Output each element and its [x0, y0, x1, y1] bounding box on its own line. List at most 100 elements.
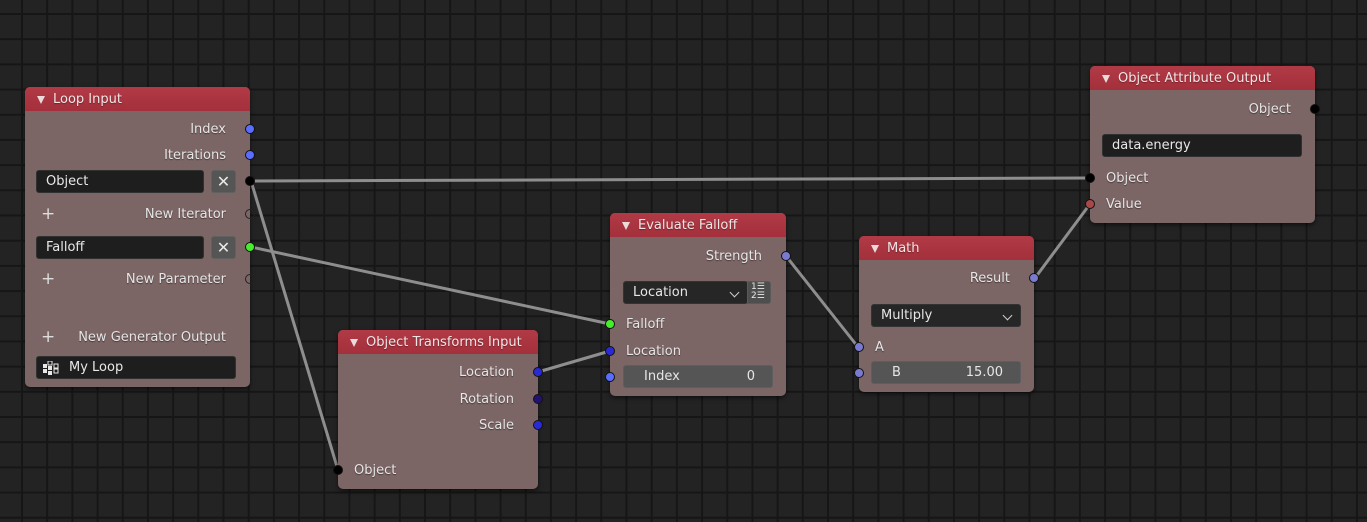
attribute-path-field[interactable]: data.energy [1102, 134, 1302, 157]
new-iterator-row[interactable]: + New Iterator [25, 203, 255, 225]
socket-input-object[interactable] [333, 465, 343, 475]
input-row-object: Object [1085, 167, 1315, 189]
output-row-index: Index [25, 118, 255, 140]
output-label-location: Location [459, 364, 514, 380]
input-label-a: A [875, 339, 884, 355]
link-math-result-to-attribute-value[interactable] [1033, 202, 1092, 280]
input-label-object: Object [1106, 170, 1149, 186]
close-icon: ✕ [216, 171, 231, 191]
b-field-value: 15.00 [965, 365, 1003, 380]
output-row-strength: Strength [610, 245, 791, 267]
node-header[interactable]: Object Transforms Input [338, 330, 538, 354]
socket-new-parameter[interactable] [245, 274, 255, 284]
parameter-name-field[interactable]: Falloff [36, 235, 204, 259]
node-title: Math [887, 240, 920, 256]
operation-dropdown-value: Multiply [881, 308, 933, 323]
list-icon-line-2: 2☰ [751, 291, 765, 301]
output-row-iterations: Iterations [25, 144, 255, 166]
mode-dropdown[interactable]: Location [623, 281, 748, 304]
link-strength-to-math-a[interactable] [784, 254, 860, 349]
output-row-result: Result [859, 267, 1039, 289]
chevron-down-icon [729, 287, 740, 298]
input-row-location: Location [605, 340, 786, 362]
index-field[interactable]: Index 0 [623, 365, 773, 388]
b-field-label: B [892, 365, 901, 380]
socket-output-result[interactable] [1029, 273, 1039, 283]
output-label-strength: Strength [705, 248, 762, 264]
output-row-scale: Scale [338, 414, 543, 436]
output-label-object: Object [1248, 101, 1291, 117]
collapse-triangle-icon[interactable] [37, 96, 45, 104]
collapse-triangle-icon[interactable] [871, 245, 879, 253]
socket-output-iterations[interactable] [245, 150, 255, 160]
node-header[interactable]: Loop Input [25, 87, 250, 111]
socket-output-strength[interactable] [781, 251, 791, 261]
node-title: Evaluate Falloff [638, 217, 738, 233]
node-title: Loop Input [53, 91, 122, 107]
collapse-triangle-icon[interactable] [1102, 75, 1110, 83]
collapse-triangle-icon[interactable] [622, 222, 630, 230]
socket-input-falloff[interactable] [605, 319, 615, 329]
new-generator-output-row[interactable]: + New Generator Output [25, 326, 250, 348]
iterator-name-field[interactable]: Object [36, 169, 204, 193]
node-math[interactable]: Math Result Multiply A B 15.00 [854, 236, 1039, 392]
socket-input-location[interactable] [605, 346, 615, 356]
output-row-rotation: Rotation [338, 388, 543, 410]
node-header[interactable]: Math [859, 236, 1034, 260]
socket-input-value[interactable] [1085, 199, 1095, 209]
new-parameter-row[interactable]: + New Parameter [25, 268, 255, 290]
link-loop-falloff-to-evaluate-falloff[interactable] [249, 245, 612, 326]
socket-input-a[interactable] [854, 342, 864, 352]
plus-icon[interactable]: + [41, 205, 55, 223]
socket-input-index[interactable] [605, 372, 615, 382]
input-label-falloff: Falloff [626, 316, 665, 332]
socket-input-b[interactable] [854, 368, 864, 378]
socket-output-index[interactable] [245, 124, 255, 134]
node-title: Object Transforms Input [366, 334, 522, 350]
remove-parameter-button[interactable]: ✕ [211, 235, 236, 259]
output-label-iterations: Iterations [164, 147, 226, 163]
new-parameter-label[interactable]: New Parameter [126, 272, 226, 287]
remove-iterator-button[interactable]: ✕ [211, 169, 236, 193]
link-loop-object-to-attribute-object[interactable] [249, 176, 1092, 183]
socket-output-object[interactable] [1310, 104, 1320, 114]
loop-name-field[interactable]: My Loop [36, 356, 236, 379]
socket-output-falloff[interactable] [245, 242, 255, 252]
list-toggle-button[interactable]: 1☰ 2☰ [747, 281, 771, 304]
socket-input-object[interactable] [1085, 173, 1095, 183]
input-row-value: Value [1085, 193, 1315, 215]
node-loop-input[interactable]: Loop Input Index Iterations Object ✕ + N… [25, 87, 255, 387]
node-header[interactable]: Evaluate Falloff [610, 213, 786, 237]
new-iterator-label[interactable]: New Iterator [145, 207, 226, 222]
operation-dropdown[interactable]: Multiply [871, 304, 1021, 327]
output-row-location: Location [338, 361, 543, 383]
plus-icon[interactable]: + [41, 328, 55, 346]
output-label-result: Result [969, 270, 1010, 286]
iterator-row-object: Object ✕ [25, 169, 255, 193]
node-title: Object Attribute Output [1118, 70, 1272, 86]
link-transforms-location-to-evaluate-location[interactable] [536, 349, 612, 374]
attribute-path-value: data.energy [1112, 138, 1191, 153]
collapse-triangle-icon[interactable] [350, 339, 358, 347]
node-evaluate-falloff[interactable]: Evaluate Falloff Strength Location 1☰ 2☰… [605, 213, 791, 396]
node-tree-icon [43, 361, 59, 375]
index-field-label: Index [644, 369, 680, 384]
node-object-transforms-input[interactable]: Object Transforms Input Location Rotatio… [333, 330, 543, 489]
plus-icon[interactable]: + [41, 270, 55, 288]
node-header[interactable]: Object Attribute Output [1090, 66, 1315, 90]
socket-output-scale[interactable] [533, 420, 543, 430]
loop-name-value: My Loop [69, 360, 124, 375]
socket-new-iterator[interactable] [245, 209, 255, 219]
node-object-attribute-output[interactable]: Object Attribute Output Object data.ener… [1085, 66, 1320, 223]
new-generator-output-label[interactable]: New Generator Output [78, 330, 226, 345]
output-label-scale: Scale [479, 417, 514, 433]
output-row-object: Object [1090, 98, 1320, 120]
index-field-value: 0 [746, 369, 755, 384]
input-label-value: Value [1106, 196, 1142, 212]
socket-output-location[interactable] [533, 367, 543, 377]
b-value-field[interactable]: B 15.00 [871, 361, 1021, 384]
mode-dropdown-value: Location [633, 285, 688, 300]
socket-output-rotation[interactable] [533, 394, 543, 404]
socket-output-object[interactable] [245, 176, 255, 186]
link-loop-object-to-transforms-object[interactable] [249, 179, 340, 472]
